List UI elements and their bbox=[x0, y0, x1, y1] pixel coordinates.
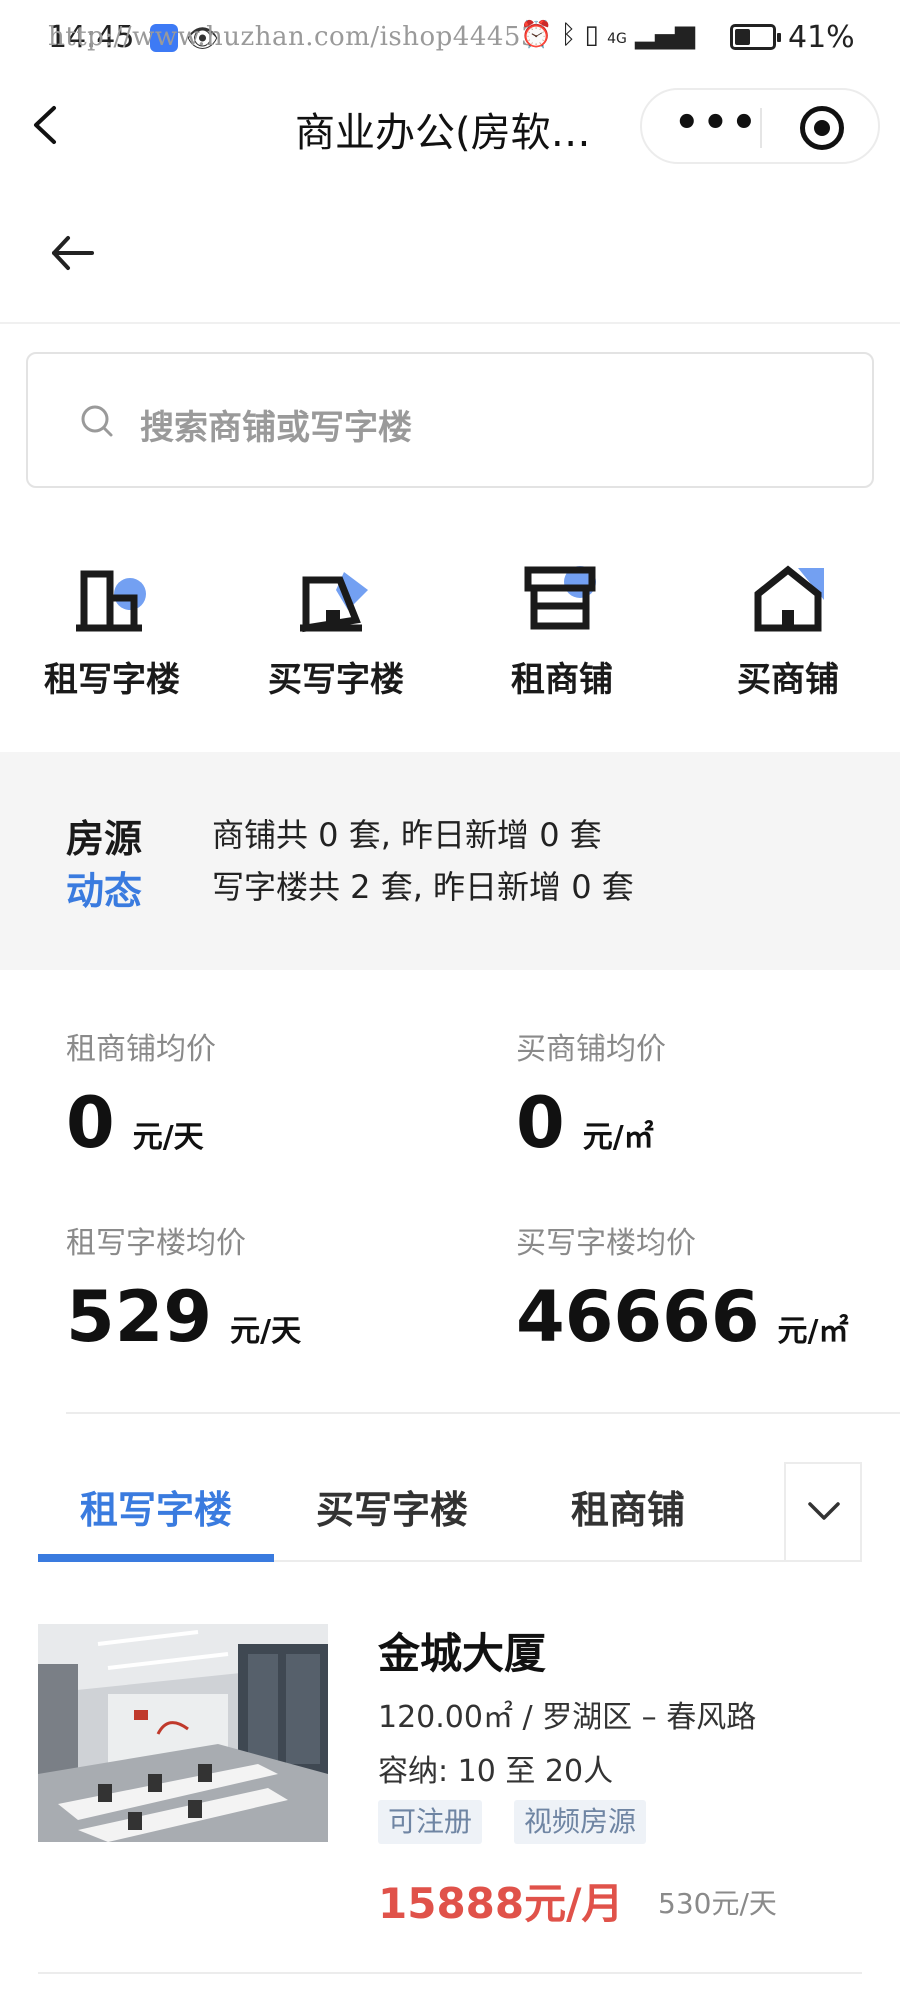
search-input[interactable]: 搜索商铺或写字楼 bbox=[26, 352, 874, 488]
listing-price-month: 15888元/月 bbox=[378, 1879, 624, 1928]
office-rent-icon bbox=[76, 570, 146, 632]
capsule-divider bbox=[760, 108, 762, 148]
avg-unit: 元/天 bbox=[132, 1120, 204, 1155]
header-divider bbox=[0, 322, 900, 324]
listing-card[interactable]: 金城大厦 120.00㎡ / 罗湖区 – 春风路 容纳: 10 至 20人 可注… bbox=[38, 1620, 862, 1960]
stats-title-line2: 动态 bbox=[66, 869, 143, 913]
category-label: 租写字楼 bbox=[44, 660, 180, 700]
listing-capacity: 容纳: 10 至 20人 bbox=[378, 1754, 614, 1789]
back-button[interactable] bbox=[48, 228, 98, 278]
shop-buy-icon bbox=[754, 565, 824, 632]
category-label: 租商铺 bbox=[511, 660, 613, 700]
close-miniprogram-icon[interactable] bbox=[800, 106, 844, 150]
page-title: 商业办公(房软… bbox=[295, 110, 591, 156]
avg-value: 529 bbox=[66, 1276, 213, 1358]
listing-tag: 视频房源 bbox=[514, 1800, 647, 1844]
arrow-left-icon bbox=[52, 236, 94, 270]
status-bar: 14:45 👁 http://www.huzhan.com/ishop44453… bbox=[0, 0, 900, 78]
alarm-icon: ⏰ bbox=[520, 20, 553, 50]
office-buy-icon bbox=[300, 572, 368, 633]
listing-meta: 120.00㎡ / 罗湖区 – 春风路 bbox=[378, 1700, 757, 1735]
bluetooth-icon: ᛒ bbox=[560, 20, 577, 50]
category-label: 买商铺 bbox=[737, 660, 839, 700]
avg-value: 46666 bbox=[516, 1276, 760, 1358]
more-icon[interactable]: ••• bbox=[674, 100, 760, 146]
search-icon bbox=[81, 405, 113, 437]
office-summary: 写字楼共 2 套, 昨日新增 0 套 bbox=[212, 868, 634, 906]
avg-value: 0 bbox=[66, 1082, 115, 1164]
avg-shop-buy: 买商铺均价 0 元/㎡ bbox=[516, 1024, 900, 1164]
avg-shop-rent: 租商铺均价 0 元/天 bbox=[66, 1024, 466, 1164]
listing-stats-panel: 房源 动态 商铺共 0 套, 昨日新增 0 套 写字楼共 2 套, 昨日新增 0… bbox=[0, 752, 900, 970]
signal-icon: ▂▄▆ bbox=[635, 20, 696, 50]
shop-summary: 商铺共 0 套, 昨日新增 0 套 bbox=[212, 816, 602, 854]
watermark: http://www.huzhan.com/ishop44453 bbox=[48, 22, 538, 52]
shop-rent-icon bbox=[524, 566, 596, 630]
category-shop-rent[interactable]: 租商铺 bbox=[462, 560, 662, 710]
listing-tag: 可注册 bbox=[378, 1800, 483, 1844]
avg-unit: 元/㎡ bbox=[777, 1314, 849, 1349]
avg-office-rent: 租写字楼均价 529 元/天 bbox=[66, 1218, 466, 1358]
avg-label: 买写字楼均价 bbox=[516, 1226, 696, 1261]
signal-label: 4G bbox=[607, 31, 627, 47]
avg-label: 租写字楼均价 bbox=[66, 1226, 246, 1261]
chevron-left-icon bbox=[34, 106, 56, 144]
tab-office-buy[interactable]: 买写字楼 bbox=[274, 1462, 510, 1558]
avg-label: 买商铺均价 bbox=[516, 1032, 666, 1067]
stats-title-line1: 房源 bbox=[66, 817, 143, 861]
listing-divider bbox=[38, 1972, 862, 1974]
listing-name: 金城大厦 bbox=[378, 1629, 547, 1678]
listing-tabs: 租写字楼 买写字楼 租商铺 bbox=[38, 1462, 862, 1562]
active-tab-indicator bbox=[38, 1554, 274, 1562]
category-office-buy[interactable]: 买写字楼 bbox=[236, 560, 436, 710]
nav-back-button[interactable] bbox=[30, 100, 70, 156]
avg-unit: 元/天 bbox=[230, 1314, 302, 1349]
tab-shop-rent[interactable]: 租商铺 bbox=[510, 1462, 746, 1558]
battery-percent: 41% bbox=[788, 20, 855, 55]
avg-unit: 元/㎡ bbox=[582, 1120, 654, 1155]
capsule-menu: ••• bbox=[640, 88, 880, 164]
category-shop-buy[interactable]: 买商铺 bbox=[688, 560, 888, 710]
avg-office-buy: 买写字楼均价 46666 元/㎡ bbox=[516, 1218, 900, 1358]
vibrate-icon: ▯ bbox=[584, 20, 599, 50]
avg-label: 租商铺均价 bbox=[66, 1032, 216, 1067]
tab-office-rent[interactable]: 租写字楼 bbox=[38, 1462, 274, 1558]
category-label: 买写字楼 bbox=[268, 660, 404, 700]
search-placeholder: 搜索商铺或写字楼 bbox=[140, 408, 412, 448]
battery-icon bbox=[730, 24, 781, 50]
listing-price-day: 530元/天 bbox=[658, 1887, 777, 1920]
listing-photo bbox=[38, 1624, 328, 1842]
section-divider bbox=[66, 1412, 900, 1414]
avg-value: 0 bbox=[516, 1082, 565, 1164]
office-photo-image bbox=[38, 1624, 328, 1842]
status-icons: ⏰ ᛒ ▯ 4G ▂▄▆ bbox=[520, 20, 695, 50]
chevron-down-icon bbox=[808, 1502, 840, 1520]
category-office-rent[interactable]: 租写字楼 bbox=[12, 560, 212, 710]
tabs-more-button[interactable] bbox=[784, 1462, 862, 1562]
battery-level-fill bbox=[735, 29, 750, 45]
